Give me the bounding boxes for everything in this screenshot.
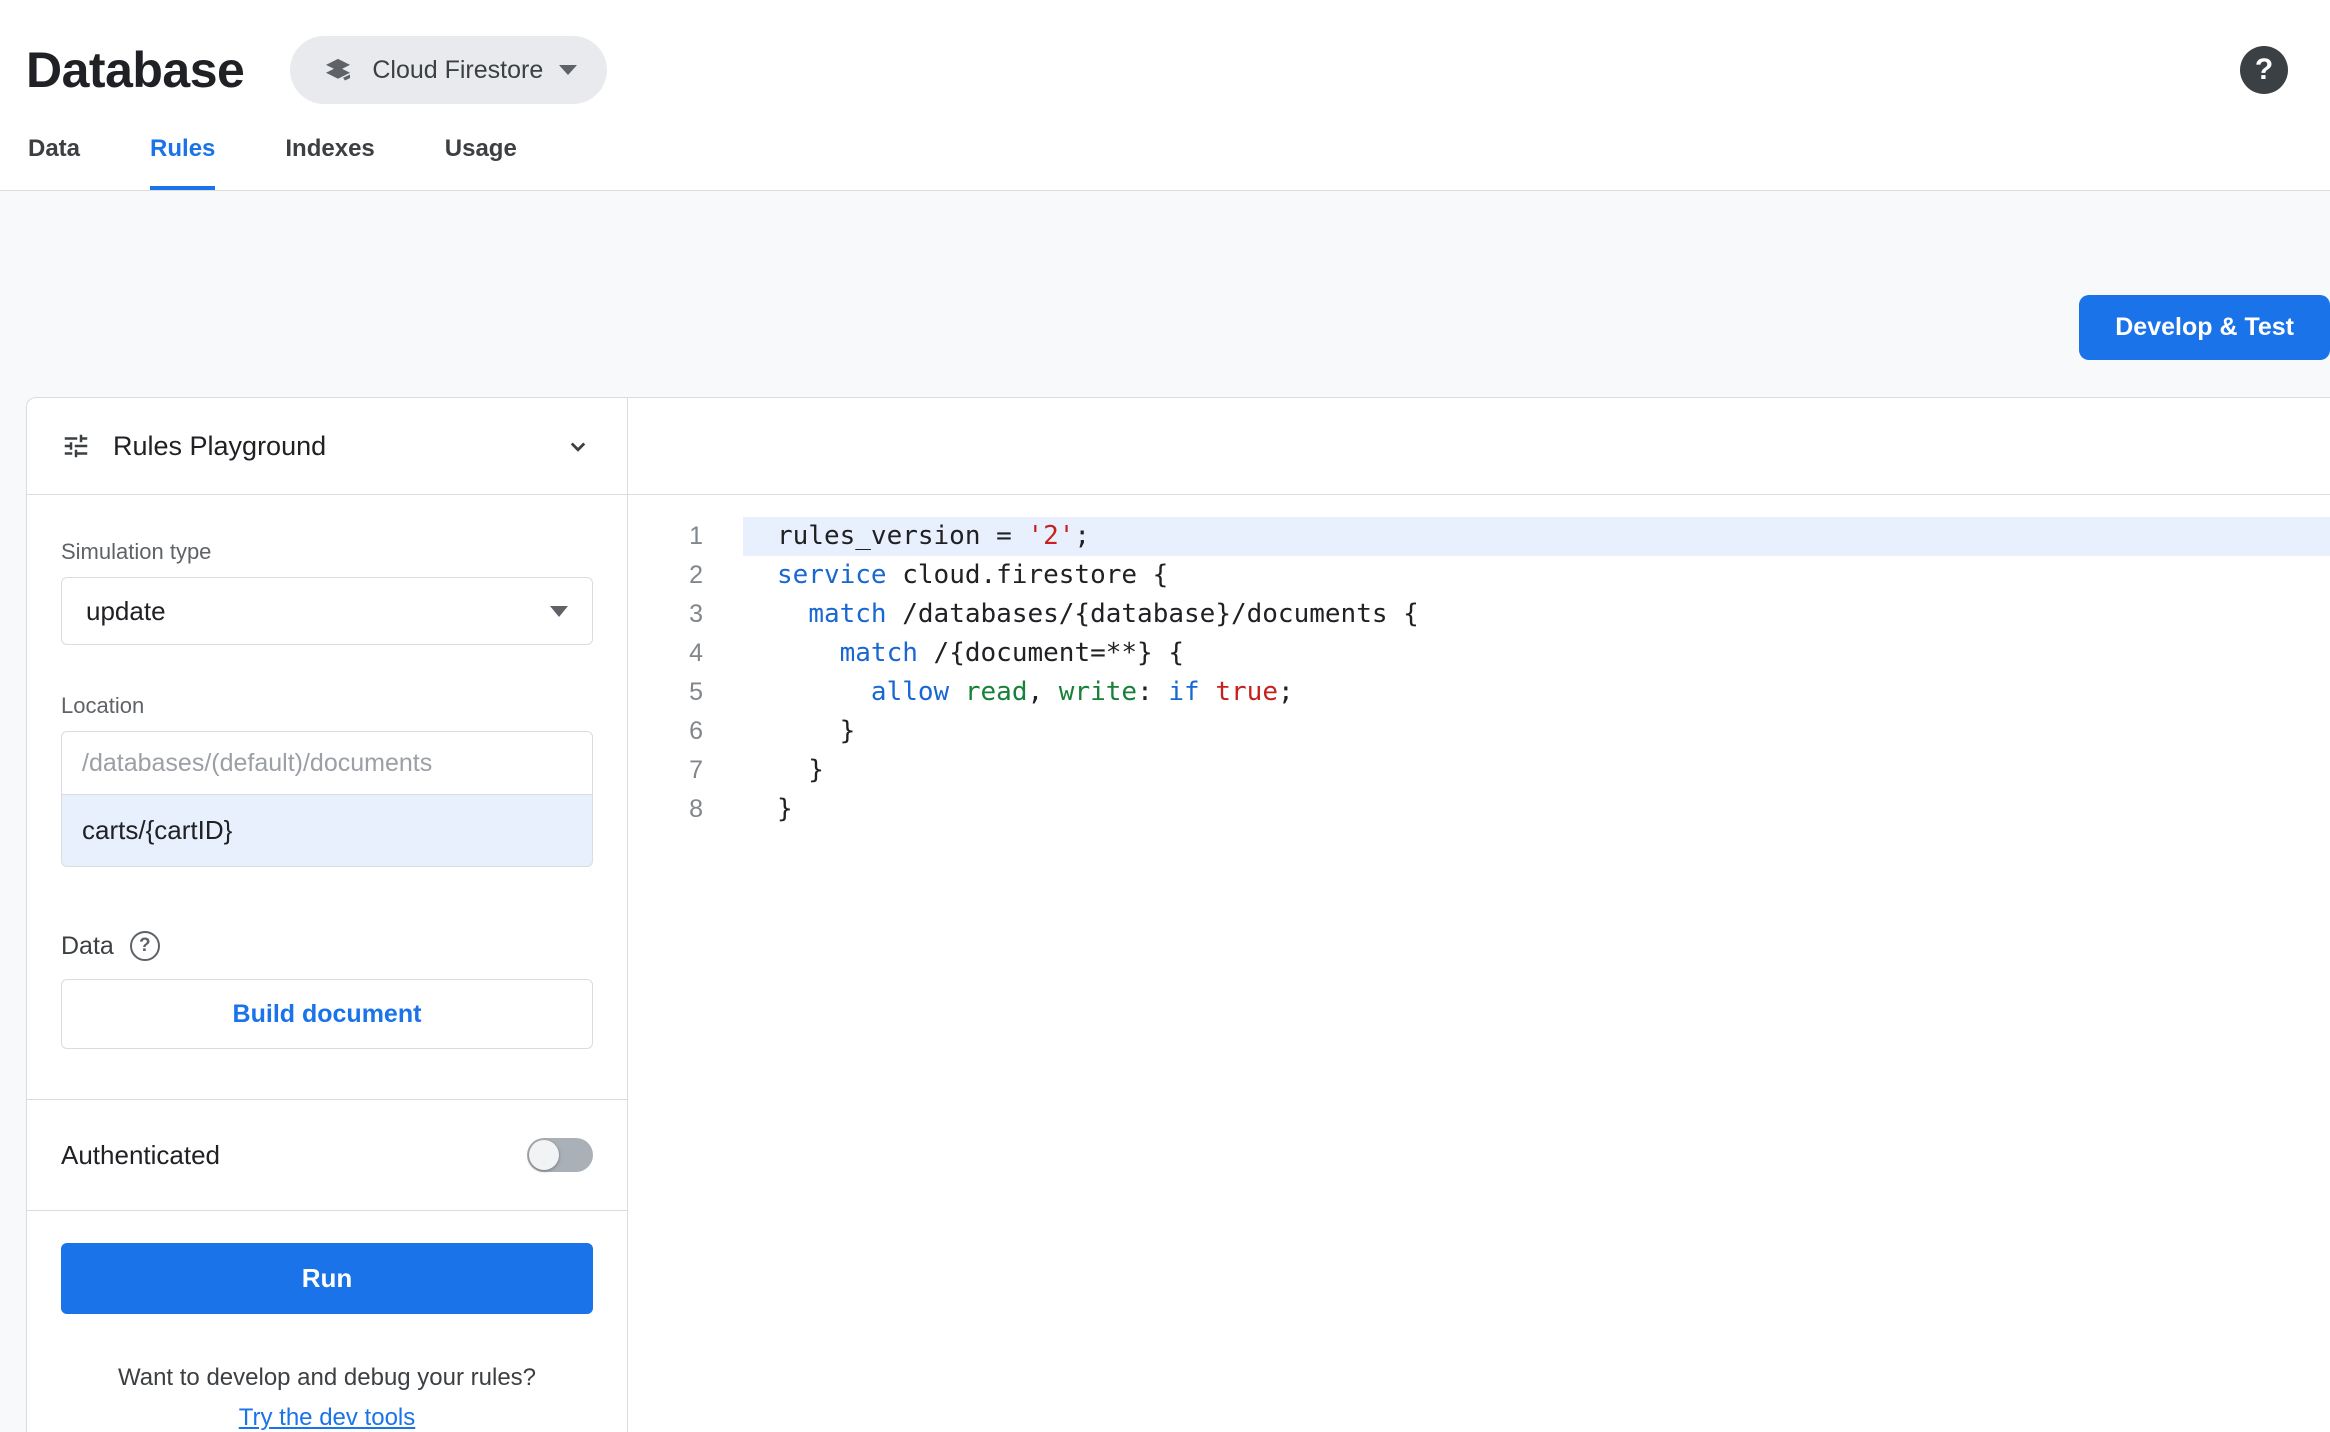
code-line[interactable]: 1 rules_version = '2'; (628, 517, 2330, 556)
rules-card: Rules Playground Simulation type update … (26, 397, 2330, 1432)
data-label: Data (61, 931, 114, 960)
line-number: 3 (689, 600, 703, 628)
rules-playground-header[interactable]: Rules Playground (27, 398, 627, 495)
location-prefix-input[interactable] (61, 731, 593, 795)
code-line[interactable]: 6 } (628, 712, 2330, 751)
tab-bar: Data Rules Indexes Usage (26, 134, 2294, 190)
code-text: match /databases/{database}/documents { (808, 599, 1419, 629)
authenticated-label: Authenticated (61, 1139, 221, 1170)
line-number: 6 (689, 717, 703, 745)
code-text: rules_version = '2'; (743, 517, 2330, 556)
simulation-type-label: Simulation type (61, 539, 212, 564)
rules-playground-title: Rules Playground (113, 430, 327, 461)
build-document-button[interactable]: Build document (61, 979, 593, 1049)
tab-rules[interactable]: Rules (150, 134, 216, 190)
dev-tools-prompt: Want to develop and debug your rules? (117, 1364, 537, 1391)
chevron-down-icon (559, 65, 578, 75)
collapse-chevron-icon[interactable] (563, 431, 593, 461)
select-caret-icon (550, 605, 568, 617)
code-line[interactable]: 5 allow read, write: if true; (628, 673, 2330, 712)
code-text: match /{document=**} { (839, 638, 1185, 668)
app-header: Database Cloud Firestore ? Data Rules In… (0, 0, 2330, 191)
rules-editor: 1 rules_version = '2'; 2 service cloud.fire… (628, 398, 2330, 1432)
line-number: 8 (689, 795, 703, 823)
simulation-type-value: update (86, 595, 166, 626)
tab-usage[interactable]: Usage (445, 134, 517, 190)
line-number: 5 (689, 678, 703, 706)
rules-playground-panel: Rules Playground Simulation type update … (27, 398, 628, 1432)
tab-data[interactable]: Data (28, 134, 80, 190)
dev-tools-link[interactable]: Try the dev tools (239, 1404, 416, 1431)
code-line[interactable]: 8} (628, 790, 2330, 829)
code-line[interactable]: 7 } (628, 751, 2330, 790)
page-title: Database (26, 42, 245, 98)
firestore-icon (320, 52, 356, 88)
code-line[interactable]: 2 service cloud.firestore { (628, 556, 2330, 595)
editor-toolbar (628, 398, 2330, 495)
authenticated-toggle[interactable] (527, 1138, 593, 1172)
run-button[interactable]: Run (61, 1243, 593, 1314)
main-content: Develop & Test Rules Playground Simulati… (0, 191, 2330, 1432)
code-text: service cloud.firestore { (777, 560, 1169, 590)
line-number: 1 (689, 522, 703, 550)
code-text: } (777, 794, 793, 824)
line-number: 7 (689, 756, 703, 784)
help-icon[interactable]: ? (2240, 46, 2288, 94)
simulation-type-select[interactable]: update (61, 577, 593, 645)
line-number: 4 (689, 639, 703, 667)
code-text: } (777, 716, 856, 746)
code-text: allow read, write: if true; (870, 677, 1294, 707)
line-number: 2 (689, 561, 703, 589)
location-label: Location (61, 693, 145, 718)
data-help-icon[interactable]: ? (129, 931, 160, 961)
toggle-thumb (529, 1140, 559, 1170)
location-path-input[interactable] (61, 795, 593, 867)
product-switcher-label: Cloud Firestore (372, 55, 544, 84)
product-switcher[interactable]: Cloud Firestore (290, 36, 608, 104)
develop-test-button[interactable]: Develop & Test (2079, 295, 2330, 360)
tune-icon (61, 431, 91, 461)
code-line[interactable]: 3 match /databases/{database}/documents … (628, 595, 2330, 634)
code-lines[interactable]: 1 rules_version = '2'; 2 service cloud.fire… (628, 495, 2330, 829)
code-line[interactable]: 4 match /{document=**} { (628, 634, 2330, 673)
code-text: } (777, 755, 824, 785)
tab-indexes[interactable]: Indexes (285, 134, 374, 190)
